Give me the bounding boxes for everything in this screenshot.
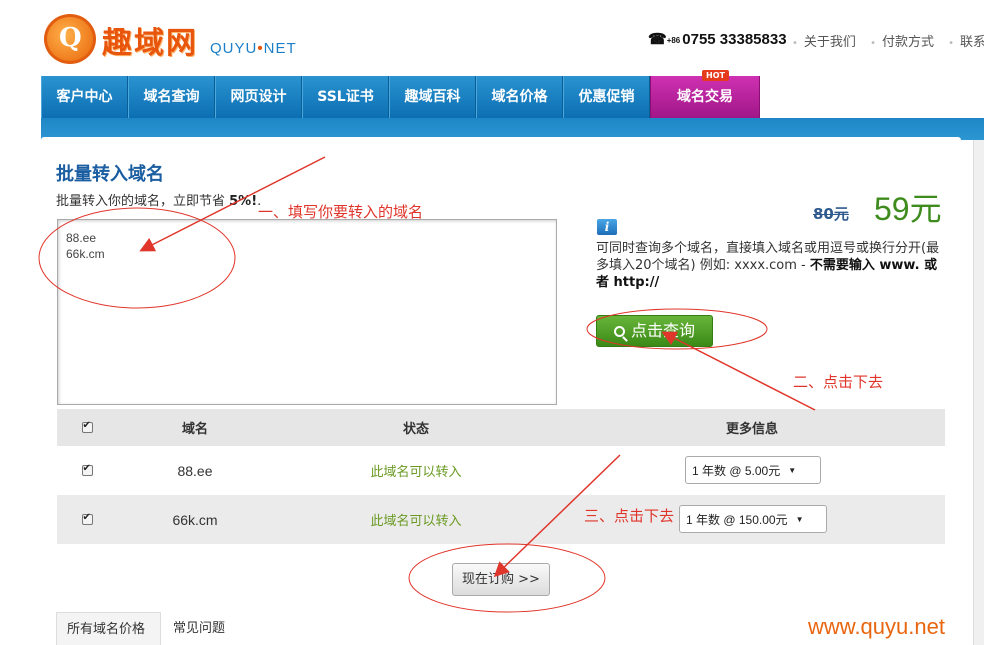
row-checkbox[interactable] bbox=[81, 512, 93, 525]
nav-item-domain-price[interactable]: 域名价格 bbox=[476, 76, 563, 118]
query-button[interactable]: 点击查询 bbox=[596, 315, 713, 347]
nav-item-wiki[interactable]: 趣域百科 bbox=[389, 76, 476, 118]
logo-text-cn: 趣域网 bbox=[102, 26, 198, 61]
main-nav: 客户中心 域名查询 网页设计 SSL证书 趣域百科 域名价格 优惠促销 域名交易… bbox=[41, 70, 984, 118]
row-domain: 88.ee bbox=[177, 462, 213, 479]
tab-faq[interactable]: 常见问题 bbox=[163, 612, 235, 645]
hot-badge: HOT bbox=[702, 70, 729, 81]
domain-list-input[interactable] bbox=[57, 219, 557, 405]
watermark: www.quyu.net bbox=[808, 614, 945, 639]
header-status: 状态 bbox=[402, 422, 429, 437]
tab-all-prices[interactable]: 所有域名价格 bbox=[56, 612, 161, 645]
nav-item-domain-trade[interactable]: 域名交易 bbox=[650, 76, 760, 118]
top-links: 关于我们 付款方式 联系 bbox=[792, 31, 984, 50]
nav-item-client-center[interactable]: 客户中心 bbox=[41, 76, 128, 118]
site-header: Q 趣域网 QUYU•NET ☎+860755 33385833 关于我们 付款… bbox=[0, 0, 984, 76]
search-icon bbox=[613, 326, 625, 337]
nav-item-ssl[interactable]: SSL证书 bbox=[302, 76, 389, 118]
logo-mark-icon: Q bbox=[44, 14, 96, 64]
row-status: 此域名可以转入 bbox=[370, 465, 462, 480]
row-checkbox[interactable] bbox=[81, 463, 93, 476]
site-logo[interactable]: Q 趣域网 QUYU•NET bbox=[44, 14, 306, 64]
period-select[interactable]: 1 年数 @ 150.00元 ▼ bbox=[679, 505, 827, 533]
period-select[interactable]: 1 年数 @ 5.00元 ▼ bbox=[685, 456, 821, 484]
annotation-step3: 三、点击下去 bbox=[584, 507, 675, 525]
logo-text-en: QUYU•NET bbox=[210, 40, 297, 57]
header-domain: 域名 bbox=[181, 422, 208, 437]
annotation-step1: 一、填写你要转入的域名 bbox=[258, 203, 424, 221]
contact-phone: ☎+86 0755 33385833 bbox=[648, 31, 787, 48]
old-price: 80元 bbox=[813, 205, 849, 223]
link-contact[interactable]: 联系 bbox=[948, 35, 984, 50]
table-header-row: 域名 状态 更多信息 bbox=[57, 409, 945, 446]
input-hint: 可同时查询多个域名，直接填入域名或用逗号或换行分开(最多填入20个域名) 例如:… bbox=[596, 241, 940, 290]
nav-item-promotions[interactable]: 优惠促销 bbox=[563, 76, 650, 118]
row-domain: 66k.cm bbox=[172, 511, 218, 528]
row-status: 此域名可以转入 bbox=[370, 514, 462, 529]
page-title: 批量转入域名 bbox=[56, 164, 164, 185]
order-now-button[interactable]: 现在订购 >> bbox=[452, 563, 550, 596]
nav-item-domain-search[interactable]: 域名查询 bbox=[128, 76, 215, 118]
right-sidebar-edge bbox=[973, 140, 984, 645]
new-price: 59元 bbox=[874, 191, 942, 227]
info-icon: i bbox=[597, 219, 617, 235]
select-all-checkbox[interactable] bbox=[81, 420, 93, 433]
link-about[interactable]: 关于我们 bbox=[792, 35, 856, 50]
phone-icon: ☎ bbox=[648, 31, 667, 48]
chevron-down-icon: ▼ bbox=[788, 465, 797, 475]
nav-item-web-design[interactable]: 网页设计 bbox=[215, 76, 302, 118]
chevron-down-icon: ▼ bbox=[795, 514, 804, 524]
page-subtitle: 批量转入你的域名，立即节省 5%!. bbox=[56, 194, 262, 209]
annotation-step2: 二、点击下去 bbox=[793, 373, 884, 391]
link-payment[interactable]: 付款方式 bbox=[870, 35, 934, 50]
header-more-info: 更多信息 bbox=[725, 422, 778, 437]
